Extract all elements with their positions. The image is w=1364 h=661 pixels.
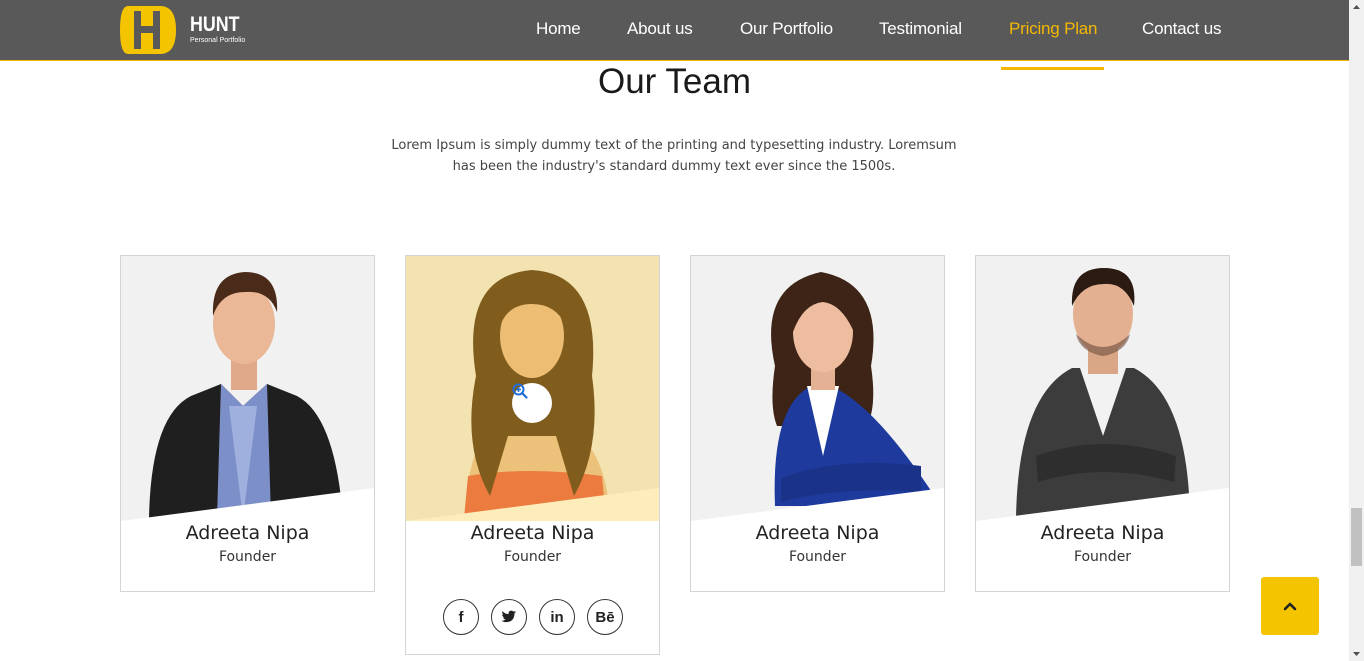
team-card[interactable]: Adreeta Nipa Founder	[975, 255, 1230, 592]
team-card[interactable]: Adreeta Nipa Founder f in Bē	[405, 255, 660, 655]
member-name: Adreeta Nipa	[1040, 522, 1165, 544]
member-photo[interactable]	[976, 256, 1229, 521]
triangle-up-icon	[1353, 5, 1360, 9]
member-photo[interactable]	[406, 256, 659, 521]
back-to-top-button[interactable]	[1261, 577, 1319, 635]
behance-link[interactable]: Bē	[587, 599, 623, 635]
member-photo[interactable]	[691, 256, 944, 521]
triangle-down-icon	[1353, 652, 1360, 656]
member-role: Founder	[1073, 549, 1132, 565]
member-role: Founder	[503, 549, 562, 565]
nav-about-us[interactable]: About us	[627, 19, 693, 39]
scroll-up-arrow[interactable]	[1349, 0, 1364, 15]
zoom-in-icon	[512, 383, 528, 399]
nav-pricing-plan[interactable]: Pricing Plan	[1009, 19, 1098, 39]
facebook-link[interactable]: f	[443, 599, 479, 635]
scroll-down-arrow[interactable]	[1349, 646, 1364, 661]
member-name: Adreeta Nipa	[755, 522, 880, 544]
linkedin-link[interactable]: in	[539, 599, 575, 635]
zoom-button[interactable]	[512, 383, 552, 423]
nav-our-portfolio[interactable]: Our Portfolio	[740, 19, 833, 39]
member-name: Adreeta Nipa	[470, 522, 595, 544]
linkedin-icon: in	[550, 608, 564, 626]
main-nav: Home About us Our Portfolio Testimonial …	[0, 0, 1349, 61]
nav-contact-us[interactable]: Contact us	[1142, 19, 1221, 39]
photo-slant-shape	[976, 488, 1229, 521]
member-name: Adreeta Nipa	[185, 522, 310, 544]
team-card[interactable]: Adreeta Nipa Founder	[120, 255, 375, 592]
twitter-link[interactable]	[491, 599, 527, 635]
twitter-icon	[501, 610, 517, 623]
chevron-up-icon	[1283, 602, 1297, 611]
page-scrollbar[interactable]	[1349, 0, 1364, 661]
scrollbar-thumb[interactable]	[1351, 508, 1362, 566]
section-description: Lorem Ipsum is simply dummy text of the …	[391, 138, 957, 174]
behance-icon: Bē	[595, 608, 615, 626]
photo-slant-shape	[691, 488, 944, 521]
photo-slant-shape	[121, 488, 374, 521]
site-header: HUNT Personal Portfolio Home About us Ou…	[0, 0, 1349, 61]
member-photo[interactable]	[121, 256, 374, 521]
member-role: Founder	[218, 549, 277, 565]
team-card[interactable]: Adreeta Nipa Founder	[690, 255, 945, 592]
nav-home[interactable]: Home	[536, 19, 581, 39]
member-role: Founder	[788, 549, 847, 565]
section-title: Our Team	[597, 62, 752, 101]
nav-testimonial[interactable]: Testimonial	[879, 19, 962, 39]
facebook-icon: f	[458, 608, 464, 626]
